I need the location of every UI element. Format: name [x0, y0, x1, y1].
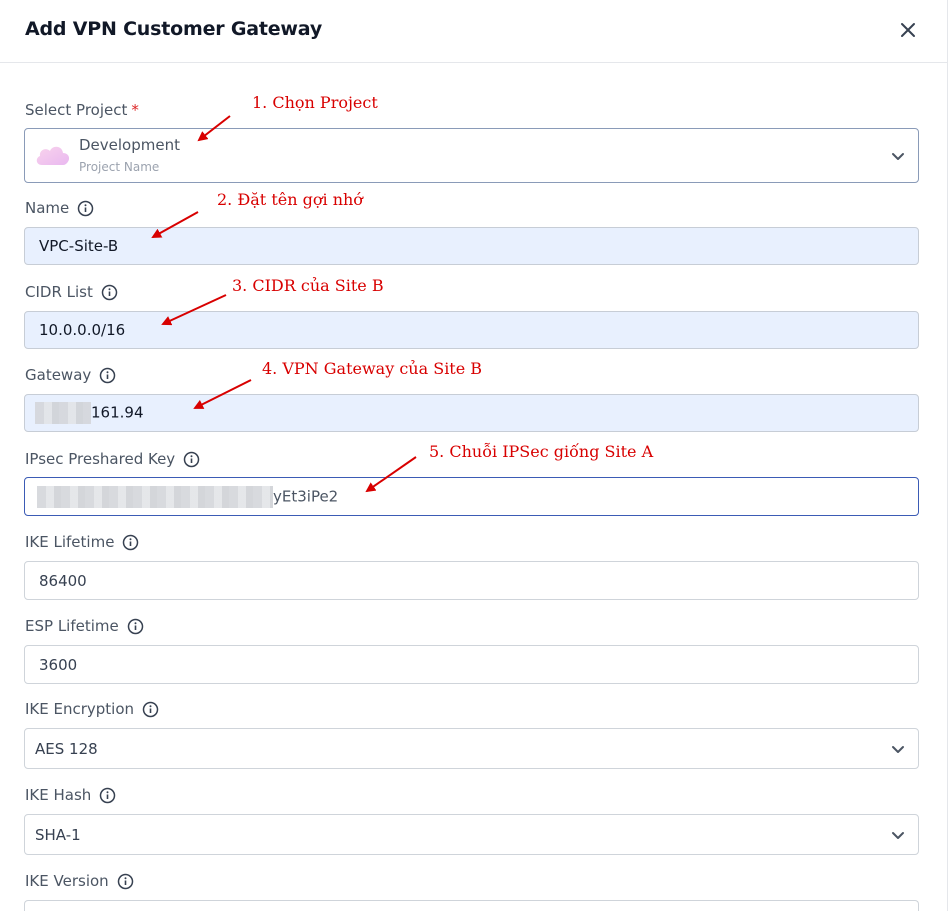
add-vpn-customer-gateway-dialog: Add VPN Customer Gateway Select Project …: [0, 0, 948, 911]
ike-version-label: IKE Version: [25, 872, 134, 890]
gateway-label-text: Gateway: [25, 366, 92, 384]
gateway-value: 161.94: [35, 402, 144, 424]
close-icon[interactable]: [897, 19, 919, 41]
info-icon[interactable]: [127, 618, 144, 635]
ike-hash-label: IKE Hash: [25, 786, 116, 804]
ike-hash-value: SHA-1: [35, 825, 81, 844]
select-project-label: Select Project *: [25, 101, 139, 119]
cidr-label: CIDR List: [25, 283, 118, 301]
esp-lifetime-label-text: ESP Lifetime: [25, 617, 119, 635]
chevron-down-icon: [892, 831, 904, 839]
ipsec-value: yEt3iPe2: [37, 485, 339, 508]
ipsec-label: IPsec Preshared Key: [25, 450, 200, 468]
select-project-label-text: Select Project: [25, 101, 128, 119]
esp-lifetime-value: 3600: [39, 655, 78, 674]
dialog-title: Add VPN Customer Gateway: [25, 18, 323, 40]
name-label: Name: [25, 199, 94, 217]
dialog-header: Add VPN Customer Gateway: [0, 0, 947, 63]
gateway-label: Gateway: [25, 366, 116, 384]
ipsec-preshared-key-input[interactable]: yEt3iPe2: [24, 477, 919, 516]
annotation-5: 5. Chuỗi IPSec giống Site A: [429, 442, 654, 461]
esp-lifetime-label: ESP Lifetime: [25, 617, 144, 635]
required-mark: *: [131, 101, 139, 119]
ike-encryption-select[interactable]: AES 128: [24, 728, 919, 769]
info-icon[interactable]: [117, 873, 134, 890]
annotation-4: 4. VPN Gateway của Site B: [262, 359, 483, 378]
ike-lifetime-value: 86400: [39, 571, 87, 590]
name-label-text: Name: [25, 199, 70, 217]
cidr-value: 10.0.0.0/16: [39, 321, 126, 339]
ipsec-label-text: IPsec Preshared Key: [25, 450, 176, 468]
chevron-down-icon: [892, 152, 904, 160]
ike-version-select[interactable]: [24, 900, 919, 911]
esp-lifetime-input[interactable]: 3600: [24, 645, 919, 684]
project-select[interactable]: Development Project Name: [24, 128, 919, 183]
redacted-blur: [35, 402, 91, 424]
ike-lifetime-input[interactable]: 86400: [24, 561, 919, 600]
gateway-input[interactable]: 161.94: [24, 394, 919, 432]
annotation-3: 3. CIDR của Site B: [232, 276, 384, 295]
info-icon[interactable]: [122, 534, 139, 551]
project-name: Development: [79, 136, 180, 154]
gateway-visible-value: 161.94: [91, 403, 144, 422]
chevron-down-icon: [892, 745, 904, 753]
info-icon[interactable]: [101, 284, 118, 301]
ike-encryption-label-text: IKE Encryption: [25, 700, 135, 718]
annotation-2: 2. Đặt tên gợi nhớ: [217, 190, 363, 209]
redacted-blur: [37, 485, 273, 508]
name-value: VPC-Site-B: [39, 237, 119, 255]
ike-hash-select[interactable]: SHA-1: [24, 814, 919, 855]
ike-encryption-value: AES 128: [35, 739, 98, 758]
ike-hash-label-text: IKE Hash: [25, 786, 92, 804]
info-icon[interactable]: [183, 451, 200, 468]
project-subtitle: Project Name: [79, 160, 160, 174]
ike-encryption-label: IKE Encryption: [25, 700, 159, 718]
annotation-1: 1. Chọn Project: [252, 93, 378, 112]
ike-version-label-text: IKE Version: [25, 872, 109, 890]
ipsec-visible-value: yEt3iPe2: [273, 487, 339, 505]
ike-lifetime-label-text: IKE Lifetime: [25, 533, 115, 551]
cloud-icon: [36, 146, 70, 165]
info-icon[interactable]: [99, 367, 116, 384]
ike-lifetime-label: IKE Lifetime: [25, 533, 139, 551]
info-icon[interactable]: [77, 200, 94, 217]
name-input[interactable]: VPC-Site-B: [24, 227, 919, 265]
info-icon[interactable]: [99, 787, 116, 804]
cidr-input[interactable]: 10.0.0.0/16: [24, 311, 919, 349]
info-icon[interactable]: [142, 701, 159, 718]
cidr-label-text: CIDR List: [25, 283, 93, 301]
